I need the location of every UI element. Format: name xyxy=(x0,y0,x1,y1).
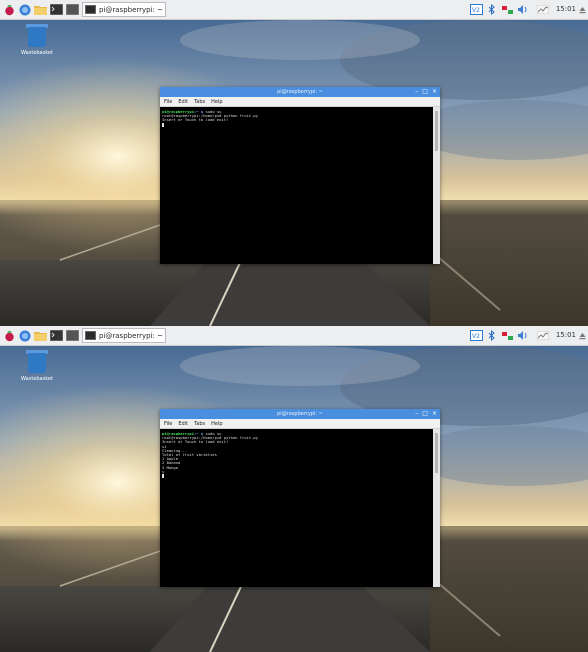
task-label: pi@raspberrypi: ~ xyxy=(99,331,164,340)
taskbar: pi@raspberrypi: ~ V2 15:01 xyxy=(0,326,588,346)
terminal-small-icon xyxy=(85,331,96,340)
minimize-icon[interactable]: – xyxy=(415,88,418,96)
network-icon[interactable] xyxy=(500,329,514,342)
terminal-cursor-line xyxy=(162,474,431,479)
menu-tabs[interactable]: Tabs xyxy=(194,421,205,427)
extra-app-icon[interactable] xyxy=(66,3,79,16)
terminal-cursor-line xyxy=(162,122,431,127)
terminal-title: pi@raspberrypi: ~ xyxy=(277,411,323,417)
taskbar-task-terminal[interactable]: pi@raspberrypi: ~ xyxy=(82,328,166,343)
menu-file[interactable]: File xyxy=(164,99,172,105)
close-icon[interactable]: × xyxy=(432,88,437,96)
svg-text:V2: V2 xyxy=(472,333,480,340)
menu-tabs[interactable]: Tabs xyxy=(194,99,205,105)
vnc-icon[interactable]: V2 xyxy=(469,3,483,16)
clock[interactable]: 15:01 xyxy=(556,331,576,339)
menu-help[interactable]: Help xyxy=(211,421,222,427)
terminal-scrollbar[interactable] xyxy=(433,107,440,264)
maximize-icon[interactable]: □ xyxy=(422,410,428,418)
terminal-output[interactable]: pi@raspberrypi:~ $ sudo su root@raspberr… xyxy=(160,429,433,587)
menu-help[interactable]: Help xyxy=(211,99,222,105)
terminal-titlebar[interactable]: pi@raspberrypi: ~ – □ × xyxy=(160,409,440,419)
scrollbar-thumb[interactable] xyxy=(435,433,438,473)
clock[interactable]: 15:01 xyxy=(556,5,576,13)
task-label: pi@raspberrypi: ~ xyxy=(99,5,164,14)
terminal-launcher-icon[interactable] xyxy=(50,329,63,342)
desktop-trash[interactable]: Wastebasket xyxy=(21,24,53,64)
web-browser-icon[interactable] xyxy=(18,3,31,16)
terminal-window[interactable]: pi@raspberrypi: ~ – □ × File Edit Tabs H… xyxy=(160,87,440,264)
terminal-small-icon xyxy=(85,5,96,14)
screenshot-1: pi@raspberrypi: ~ V2 15:01 Wastebasket p… xyxy=(0,0,588,326)
menu-edit[interactable]: Edit xyxy=(178,421,188,427)
close-icon[interactable]: × xyxy=(432,410,437,418)
raspberry-menu-icon[interactable] xyxy=(3,329,16,342)
extra-app-icon[interactable] xyxy=(66,329,79,342)
terminal-launcher-icon[interactable] xyxy=(50,3,63,16)
trash-label: Wastebasket xyxy=(21,376,53,382)
scrollbar-thumb[interactable] xyxy=(435,111,438,151)
cpu-monitor-icon xyxy=(536,3,550,16)
file-manager-icon[interactable] xyxy=(34,329,47,342)
volume-icon[interactable] xyxy=(516,329,530,342)
cpu-monitor-icon xyxy=(536,329,550,342)
terminal-menubar: File Edit Tabs Help xyxy=(160,97,440,107)
file-manager-icon[interactable] xyxy=(34,3,47,16)
text-cursor xyxy=(162,122,164,127)
desktop-trash[interactable]: Wastebasket xyxy=(21,350,53,390)
maximize-icon[interactable]: □ xyxy=(422,88,428,96)
trash-icon xyxy=(28,27,46,47)
terminal-titlebar[interactable]: pi@raspberrypi: ~ – □ × xyxy=(160,87,440,97)
taskbar-task-terminal[interactable]: pi@raspberrypi: ~ xyxy=(82,2,166,17)
web-browser-icon[interactable] xyxy=(18,329,31,342)
vnc-icon[interactable]: V2 xyxy=(469,329,483,342)
menu-edit[interactable]: Edit xyxy=(178,99,188,105)
minimize-icon[interactable]: – xyxy=(415,410,418,418)
network-icon[interactable] xyxy=(500,3,514,16)
eject-icon[interactable] xyxy=(578,329,586,342)
volume-icon[interactable] xyxy=(516,3,530,16)
terminal-menubar: File Edit Tabs Help xyxy=(160,419,440,429)
terminal-title: pi@raspberrypi: ~ xyxy=(277,89,323,95)
screenshot-2: pi@raspberrypi: ~ V2 15:01 Wastebasket p… xyxy=(0,326,588,652)
raspberry-menu-icon[interactable] xyxy=(3,3,16,16)
text-cursor xyxy=(162,474,164,479)
trash-icon xyxy=(28,353,46,373)
taskbar: pi@raspberrypi: ~ V2 15:01 xyxy=(0,0,588,20)
menu-file[interactable]: File xyxy=(164,421,172,427)
terminal-output[interactable]: pi@raspberrypi:~ $ sudo su root@raspberr… xyxy=(160,107,433,264)
eject-icon[interactable] xyxy=(578,3,586,16)
terminal-window[interactable]: pi@raspberrypi: ~ – □ × File Edit Tabs H… xyxy=(160,409,440,587)
bluetooth-icon[interactable] xyxy=(486,3,496,16)
svg-text:V2: V2 xyxy=(472,7,480,14)
trash-label: Wastebasket xyxy=(21,50,53,56)
terminal-scrollbar[interactable] xyxy=(433,429,440,587)
bluetooth-icon[interactable] xyxy=(486,329,496,342)
